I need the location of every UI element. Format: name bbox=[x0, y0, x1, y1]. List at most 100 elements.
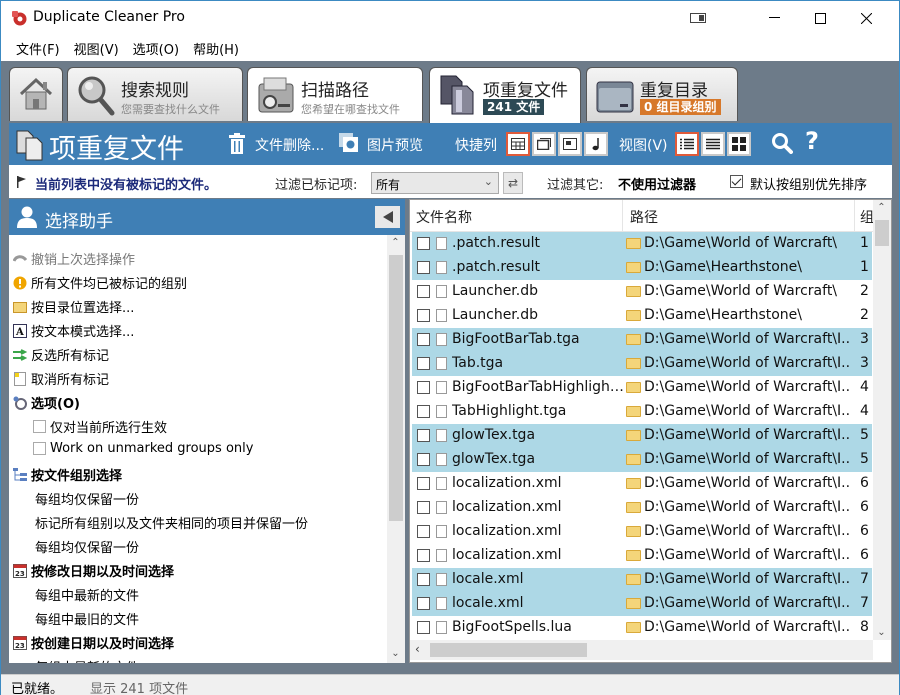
table-row[interactable]: localization.xml D:\Game\World of Warcraf… bbox=[412, 496, 872, 520]
refresh-filter-button[interactable]: ⇄ bbox=[503, 172, 523, 194]
column-header-group[interactable]: 组 bbox=[860, 207, 873, 227]
selection-assistant-scrollbar[interactable]: ⌃ ⌄ bbox=[387, 235, 405, 663]
table-row[interactable]: .patch.result D:\Game\World of Warcraft\ 1 bbox=[412, 232, 872, 256]
keep-one-per-group[interactable]: 每组均仅保留一份 bbox=[35, 489, 139, 508]
row-mark-checkbox[interactable] bbox=[417, 309, 430, 322]
row-mark-checkbox[interactable] bbox=[417, 621, 430, 634]
fully-marked-groups[interactable]: 所有文件均已被标记的组别 bbox=[13, 273, 187, 292]
row-mark-checkbox[interactable] bbox=[417, 501, 430, 514]
mark-same-folder-keep-one[interactable]: 标记所有组别以及文件夹相同的项目并保留一份 bbox=[35, 513, 308, 532]
table-row[interactable]: locale.xml D:\Game\World of Warcraft\I...… bbox=[412, 568, 872, 592]
select-by-text-pattern[interactable]: A 按文本模式选择... bbox=[13, 321, 134, 340]
columns-window-button[interactable] bbox=[532, 132, 556, 156]
table-row[interactable]: BigFootBarTab.tga D:\Game\World of Warcra… bbox=[412, 328, 872, 352]
columns-default-button[interactable] bbox=[506, 132, 530, 156]
table-row[interactable]: localization.xml D:\Game\World of Warcraf… bbox=[412, 520, 872, 544]
table-row[interactable]: localization.xml D:\Game\World of Warcraf… bbox=[412, 472, 872, 496]
view-details-button[interactable] bbox=[675, 132, 699, 156]
options-section[interactable]: 选项(O) bbox=[13, 393, 80, 412]
image-preview-icon[interactable] bbox=[339, 133, 359, 153]
option-current-selection-only[interactable]: 仅对当前所选行生效 bbox=[33, 417, 167, 436]
menu-help[interactable]: 帮助(H) bbox=[186, 35, 246, 61]
newest-created-in-group[interactable]: 每组中最新的文件 bbox=[35, 657, 139, 663]
tab-scan-path[interactable]: 扫描路径 您希望在哪查找文件 bbox=[247, 67, 423, 121]
view-list-button[interactable] bbox=[701, 132, 725, 156]
table-row[interactable]: localization.xml D:\Game\World of Warcraf… bbox=[412, 544, 872, 568]
delete-files-button[interactable]: 文件删除... bbox=[255, 135, 324, 155]
column-header-path[interactable]: 路径 bbox=[630, 207, 658, 227]
table-row[interactable]: locale.xml D:\Game\World of Warcraft\I...… bbox=[412, 592, 872, 616]
table-row[interactable]: Launcher.db D:\Game\Hearthstone\ 2 bbox=[412, 304, 872, 328]
search-icon[interactable] bbox=[771, 132, 793, 154]
row-mark-checkbox[interactable] bbox=[417, 357, 430, 370]
columns-image-button[interactable] bbox=[558, 132, 582, 156]
row-mark-checkbox[interactable] bbox=[417, 237, 430, 250]
row-mark-checkbox[interactable] bbox=[417, 573, 430, 586]
tab-duplicate-files[interactable]: 项重复文件 241 文件 bbox=[429, 67, 581, 123]
snap-button[interactable] bbox=[675, 1, 721, 35]
menu-options[interactable]: 选项(O) bbox=[126, 35, 186, 61]
table-row[interactable]: glowTex.tga D:\Game\World of Warcraft\I..… bbox=[412, 448, 872, 472]
invert-marks[interactable]: 反选所有标记 bbox=[13, 345, 109, 364]
row-mark-checkbox[interactable] bbox=[417, 261, 430, 274]
newest-modified-in-group[interactable]: 每组中最新的文件 bbox=[35, 585, 139, 604]
keep-one-per-group-2[interactable]: 每组均仅保留一份 bbox=[35, 537, 139, 556]
column-header-filename[interactable]: 文件名称 bbox=[416, 207, 472, 227]
option-unmarked-groups-only[interactable]: Work on unmarked groups only bbox=[33, 441, 253, 456]
row-mark-checkbox[interactable] bbox=[417, 333, 430, 346]
select-by-created-date-section[interactable]: 23 按创建日期以及时间选择 bbox=[13, 633, 174, 652]
row-mark-checkbox[interactable] bbox=[417, 525, 430, 538]
file-list-vertical-scrollbar[interactable]: ⌃ ⌄ bbox=[873, 200, 891, 640]
scroll-left-icon[interactable]: ‹ bbox=[415, 642, 420, 656]
table-row[interactable]: TabHighlight.tga D:\Game\World of Warcraf… bbox=[412, 400, 872, 424]
file-list-horizontal-scrollbar[interactable]: ‹ bbox=[410, 640, 873, 660]
scrollbar-thumb[interactable] bbox=[430, 643, 587, 657]
table-row[interactable]: .patch.result D:\Game\Hearthstone\ 1 bbox=[412, 256, 872, 280]
sort-by-group-checkbox[interactable] bbox=[730, 175, 743, 188]
clear-all-marks[interactable]: 取消所有标记 bbox=[13, 369, 109, 388]
column-separator[interactable] bbox=[622, 200, 623, 231]
row-mark-checkbox[interactable] bbox=[417, 597, 430, 610]
image-preview-button[interactable]: 图片预览 bbox=[367, 135, 423, 155]
maximize-button[interactable] bbox=[797, 1, 843, 35]
help-button[interactable]: ? bbox=[805, 127, 819, 155]
scroll-down-icon[interactable]: ⌄ bbox=[387, 648, 404, 659]
columns-music-button[interactable] bbox=[584, 132, 608, 156]
row-mark-checkbox[interactable] bbox=[417, 285, 430, 298]
table-row[interactable]: Tab.tga D:\Game\World of Warcraft\I... 3 bbox=[412, 352, 872, 376]
select-by-modified-date-section[interactable]: 23 按修改日期以及时间选择 bbox=[13, 561, 174, 580]
unmarked-groups-only-checkbox[interactable] bbox=[33, 442, 46, 455]
trash-icon[interactable] bbox=[228, 133, 246, 155]
select-by-group-section[interactable]: 按文件组别选择 bbox=[13, 465, 122, 484]
row-mark-checkbox[interactable] bbox=[417, 549, 430, 562]
view-menu-label[interactable]: 视图(V) bbox=[619, 135, 668, 155]
row-mark-checkbox[interactable] bbox=[417, 381, 430, 394]
table-row[interactable]: Launcher.db D:\Game\World of Warcraft\ 2 bbox=[412, 280, 872, 304]
oldest-modified-in-group[interactable]: 每组中最旧的文件 bbox=[35, 609, 139, 628]
row-mark-checkbox[interactable] bbox=[417, 405, 430, 418]
table-row[interactable]: BigFootSpells.lua D:\Game\World of Warcra… bbox=[412, 616, 872, 640]
tab-home[interactable] bbox=[9, 67, 63, 121]
scroll-up-icon[interactable]: ⌃ bbox=[873, 202, 890, 213]
select-by-folder[interactable]: 按目录位置选择... bbox=[13, 297, 134, 316]
minimize-button[interactable] bbox=[751, 1, 797, 35]
menu-view[interactable]: 视图(V) bbox=[67, 35, 126, 61]
filter-other-value[interactable]: 不使用过滤器 bbox=[618, 174, 696, 193]
filter-marked-select[interactable]: 所有 ⌄ bbox=[371, 172, 499, 194]
scroll-down-icon[interactable]: ⌄ bbox=[873, 627, 890, 638]
current-selection-only-checkbox[interactable] bbox=[33, 420, 46, 433]
view-thumbnails-button[interactable] bbox=[727, 132, 751, 156]
undo-last-selection[interactable]: 撤销上次选择操作 bbox=[13, 249, 135, 268]
scrollbar-thumb[interactable] bbox=[389, 255, 403, 521]
tab-duplicate-folders[interactable]: 重复目录 0 组目录组别 bbox=[586, 67, 738, 121]
row-mark-checkbox[interactable] bbox=[417, 477, 430, 490]
row-mark-checkbox[interactable] bbox=[417, 429, 430, 442]
scrollbar-thumb[interactable] bbox=[875, 220, 889, 246]
column-separator[interactable] bbox=[854, 200, 855, 231]
table-row[interactable]: BigFootBarTabHighlight... D:\Game\World o… bbox=[412, 376, 872, 400]
close-button[interactable] bbox=[843, 1, 889, 35]
scroll-up-icon[interactable]: ⌃ bbox=[387, 237, 404, 248]
row-mark-checkbox[interactable] bbox=[417, 453, 430, 466]
menu-file[interactable]: 文件(F) bbox=[9, 35, 67, 61]
collapse-panel-button[interactable] bbox=[375, 206, 400, 228]
